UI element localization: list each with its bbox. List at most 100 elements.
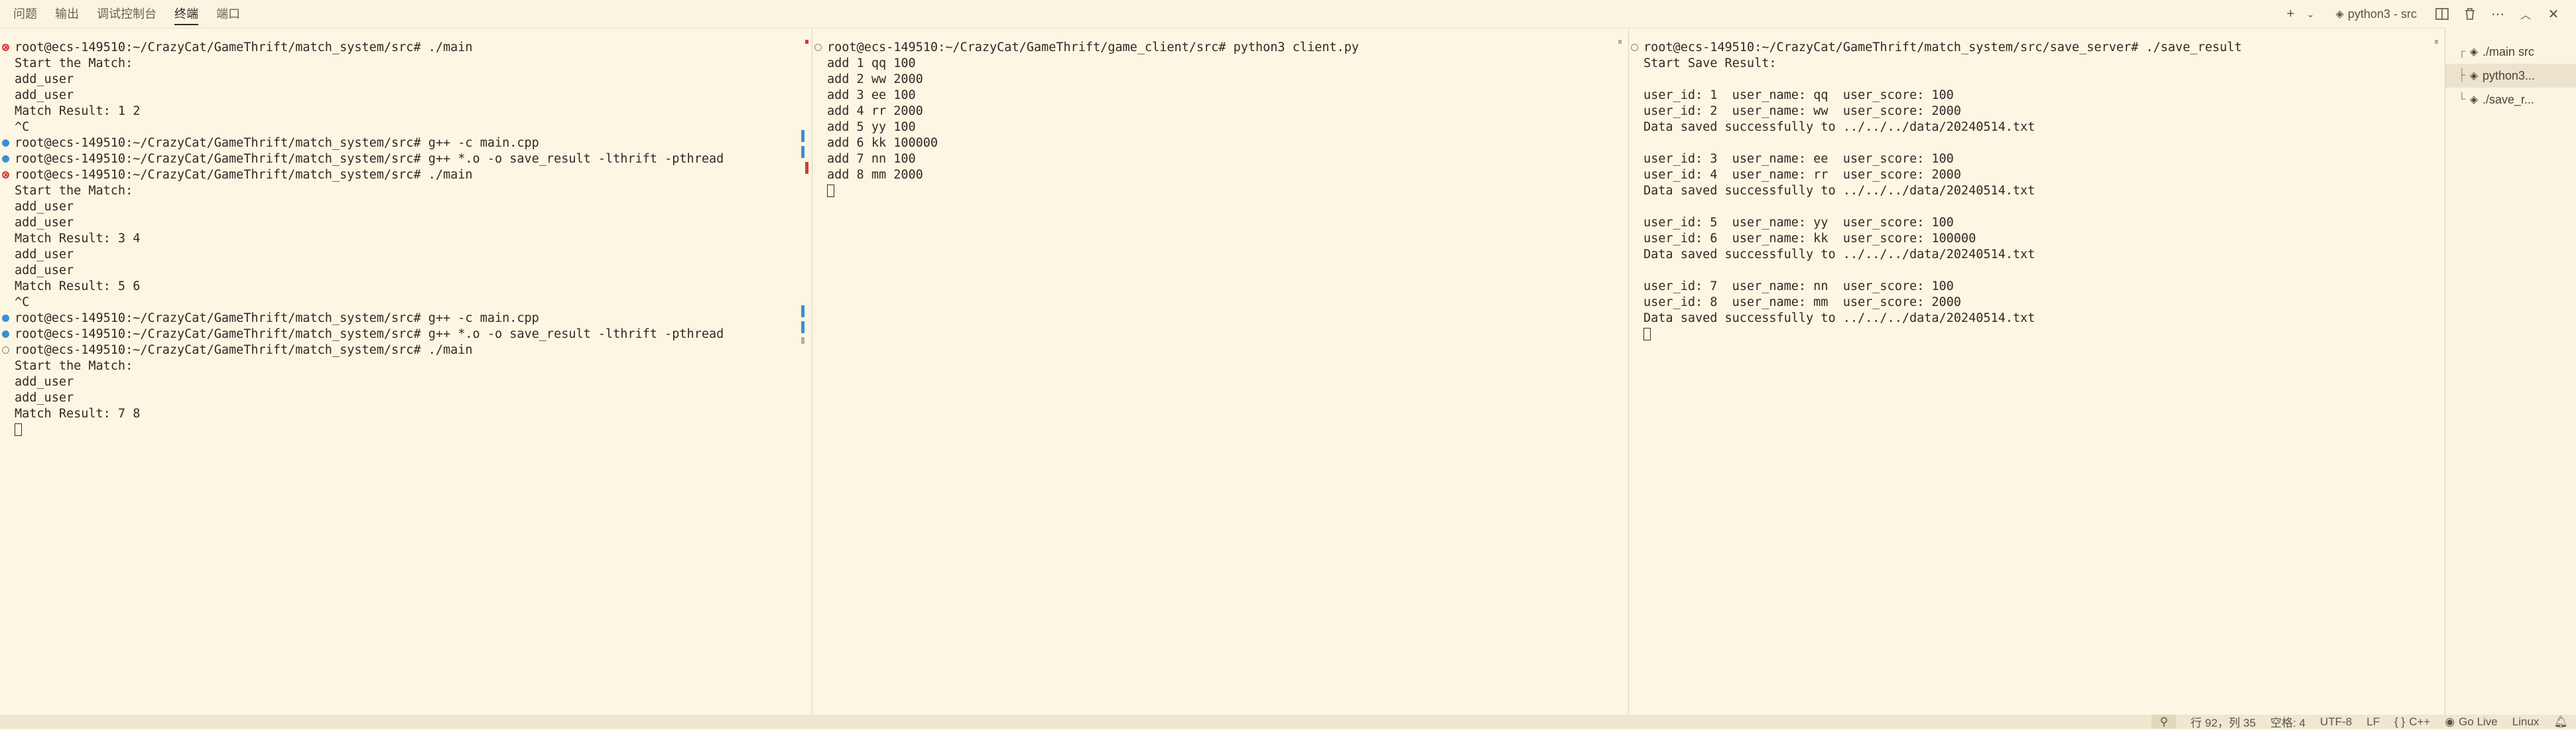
terminal-pane-save-server[interactable]: root@ecs-149510:~/CrazyCat/GameThrift/ma… [1629, 28, 2445, 715]
go-live-button[interactable]: ◉ Go Live [2445, 715, 2497, 729]
terminal-line: user_id: 5 user_name: yy user_score: 100 [1629, 215, 2445, 231]
terminal-line: root@ecs-149510:~/CrazyCat/GameThrift/ma… [0, 327, 812, 342]
terminal-line: add 1 qq 100 [812, 56, 1628, 72]
plus-icon[interactable]: + [2282, 5, 2300, 23]
terminal-prompt-line [0, 422, 812, 438]
terminal-line-text: add 4 rr 2000 [827, 104, 923, 118]
terminal-line: ^C [0, 295, 812, 311]
command-error-icon[interactable] [2, 44, 9, 51]
terminal-line-text: add 6 kk 100000 [827, 136, 938, 150]
encoding[interactable]: UTF-8 [2320, 715, 2352, 729]
terminal-line: add 7 nn 100 [812, 151, 1628, 167]
terminal-line-text: root@ecs-149510:~/CrazyCat/GameThrift/ma… [15, 311, 539, 325]
cursor-position[interactable]: 行 92，列 35 [2191, 713, 2256, 730]
terminal-line-text: root@ecs-149510:~/CrazyCat/GameThrift/ma… [15, 136, 539, 150]
terminal-cursor[interactable] [1643, 328, 1651, 340]
tab-1[interactable]: 输出 [55, 0, 93, 28]
terminal-line: root@ecs-149510:~/CrazyCat/GameThrift/ma… [0, 135, 812, 151]
indentation[interactable]: 空格: 4 [2270, 713, 2305, 730]
terminal-list-item[interactable]: ┌ ◈ ./main src [2445, 40, 2576, 64]
command-success-icon[interactable] [2, 139, 9, 147]
terminal-line-text: add_user [15, 216, 74, 230]
terminal-icon: ◈ [2469, 46, 2479, 58]
terminal-line: add 8 mm 2000 [812, 167, 1628, 183]
terminal-line: root@ecs-149510:~/CrazyCat/GameThrift/ma… [0, 40, 812, 56]
tab-4[interactable]: 端口 [216, 0, 254, 28]
scroll-marker [805, 40, 808, 44]
terminal-list-item[interactable]: └ ◈ ./save_r... [2445, 88, 2576, 111]
command-success-icon[interactable] [2, 155, 9, 163]
terminal-line-text: Data saved successfully to ../../../data… [1643, 311, 2035, 325]
terminal-line: add_user [0, 72, 812, 88]
terminal-line-text: user_id: 5 user_name: yy user_score: 100 [1643, 216, 1954, 230]
active-terminal-name: python3 - src [2347, 7, 2417, 21]
tab-3[interactable]: 终端 [174, 0, 212, 28]
terminal-line-text: Match Result: 3 4 [15, 232, 141, 246]
maximize-panel-icon[interactable]: ︿ [2516, 5, 2535, 23]
terminal-cursor[interactable] [15, 423, 22, 436]
active-terminal-label[interactable]: ◈ python3 - src [2336, 7, 2417, 21]
terminal-line: user_id: 4 user_name: rr user_score: 200… [1629, 167, 2445, 183]
terminal-list-label: ./save_r... [2482, 92, 2535, 106]
panel-tab-bar: 问题 输出 调试控制台 终端 端口 + ⌄ ◈ python3 - src ⋯ ︿ ✕ [0, 0, 2576, 29]
terminal-line: add 6 kk 100000 [812, 135, 1628, 151]
language-mode[interactable]: { } C++ [2394, 715, 2430, 729]
chevron-down-icon[interactable]: ⌄ [2301, 5, 2320, 23]
terminal-line: add 2 ww 2000 [812, 72, 1628, 88]
terminal-toolbar: + ⌄ ◈ python3 - src ⋯ ︿ ✕ [2282, 0, 2563, 28]
terminal-line-text: Match Result: 7 8 [15, 407, 141, 421]
terminal-line: root@ecs-149510:~/CrazyCat/GameThrift/ma… [1629, 40, 2445, 56]
bell-icon[interactable]: 🔔︎ [2553, 715, 2568, 729]
terminal-line: root@ecs-149510:~/CrazyCat/GameThrift/ma… [0, 311, 812, 327]
command-running-icon[interactable] [1631, 44, 1638, 51]
terminal-line-text: Data saved successfully to ../../../data… [1643, 184, 2035, 198]
terminal-line: root@ecs-149510:~/CrazyCat/GameThrift/ga… [812, 40, 1628, 56]
terminal-line: add_user [0, 247, 812, 263]
terminal-line-text: root@ecs-149510:~/CrazyCat/GameThrift/ga… [827, 40, 1359, 54]
command-success-icon[interactable] [2, 330, 9, 338]
zoom-icon[interactable]: ⚲ [2152, 715, 2176, 729]
terminal-line: user_id: 6 user_name: kk user_score: 100… [1629, 231, 2445, 247]
terminal-line-text: add 1 qq 100 [827, 56, 916, 70]
terminal-line: root@ecs-149510:~/CrazyCat/GameThrift/ma… [0, 151, 812, 167]
terminal-prompt-line [1629, 327, 2445, 342]
command-success-icon[interactable] [2, 315, 9, 322]
trash-icon[interactable] [2461, 5, 2479, 23]
status-bar: ⚲ 行 92，列 35 空格: 4 UTF-8 LF { } C++ ◉ Go Li… [0, 715, 2576, 729]
scroll-marker [801, 337, 805, 344]
split-terminal-icon[interactable] [2433, 5, 2451, 23]
terminal-line: Data saved successfully to ../../../data… [1629, 119, 2445, 135]
terminal-line-text: root@ecs-149510:~/CrazyCat/GameThrift/ma… [15, 40, 473, 54]
terminal-line: user_id: 3 user_name: ee user_score: 100 [1629, 151, 2445, 167]
command-error-icon[interactable] [2, 171, 9, 179]
terminal-line-text: user_id: 4 user_name: rr user_score: 200… [1643, 168, 1961, 182]
command-running-icon[interactable] [2, 346, 9, 354]
terminal-line: user_id: 2 user_name: ww user_score: 200… [1629, 104, 2445, 119]
more-actions-icon[interactable]: ⋯ [2488, 5, 2507, 23]
terminal-line-text: add 8 mm 2000 [827, 168, 923, 182]
terminal-pane-game-client[interactable]: root@ecs-149510:~/CrazyCat/GameThrift/ga… [812, 28, 1629, 715]
terminal-line-text: root@ecs-149510:~/CrazyCat/GameThrift/ma… [15, 327, 724, 341]
terminal-line-text: add 2 ww 2000 [827, 72, 923, 86]
braces-icon: { } [2394, 715, 2406, 728]
terminal-list-item[interactable]: ├ ◈ python3... [2445, 64, 2576, 88]
terminal-line-text: Start Save Result: [1643, 56, 1777, 70]
tree-connector: ┌ [2458, 45, 2465, 58]
terminal-line: root@ecs-149510:~/CrazyCat/GameThrift/ma… [0, 167, 812, 183]
terminal-line-text: add_user [15, 200, 74, 214]
terminal-pane-match-system[interactable]: root@ecs-149510:~/CrazyCat/GameThrift/ma… [0, 28, 812, 715]
command-running-icon[interactable] [814, 44, 822, 51]
terminal-line: add_user [0, 390, 812, 406]
terminal-output: root@ecs-149510:~/CrazyCat/GameThrift/ga… [812, 40, 1628, 199]
terminal-line-text: Start the Match: [15, 184, 133, 198]
terminal-line: Start Save Result: [1629, 56, 2445, 72]
terminal-cursor[interactable] [827, 184, 834, 197]
terminal-line-text: add_user [15, 263, 74, 277]
terminal-line-text: root@ecs-149510:~/CrazyCat/GameThrift/ma… [15, 152, 724, 166]
end-of-line[interactable]: LF [2366, 715, 2380, 729]
tab-0[interactable]: 问题 [13, 0, 51, 28]
close-icon[interactable]: ✕ [2544, 5, 2563, 23]
terminal-line-text: root@ecs-149510:~/CrazyCat/GameThrift/ma… [1643, 40, 2242, 54]
tab-2[interactable]: 调试控制台 [97, 0, 170, 28]
